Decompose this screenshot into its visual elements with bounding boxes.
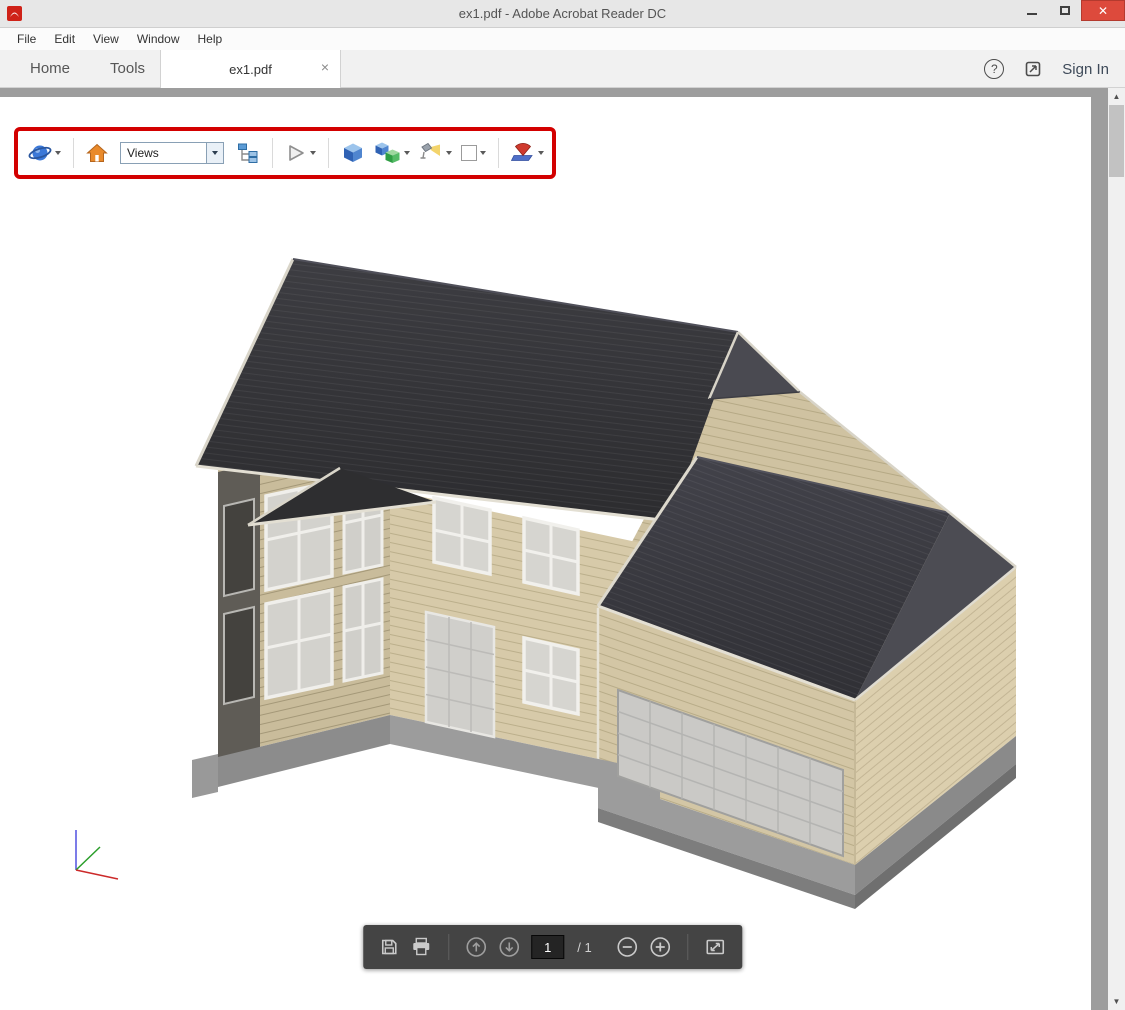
menu-item-view[interactable]: View — [84, 32, 128, 46]
maximize-icon — [1060, 6, 1070, 15]
print-button[interactable] — [410, 936, 432, 958]
titlebar: ex1.pdf - Adobe Acrobat Reader DC ✕ — [0, 0, 1125, 28]
axis-triad — [76, 830, 118, 879]
page-up-icon — [465, 936, 487, 958]
toolbar-separator — [498, 138, 499, 168]
pdf-app-icon — [7, 6, 22, 21]
document-tab-label: ex1.pdf — [229, 62, 272, 77]
background-color-button[interactable] — [458, 143, 489, 163]
cube-icon — [341, 141, 365, 165]
dropdown-caret-icon — [480, 151, 486, 155]
page-toolbar: 1 / 1 — [363, 925, 742, 969]
menubar: File Edit View Window Help — [0, 28, 1125, 50]
zoom-out-button[interactable] — [617, 936, 639, 958]
model-tree-icon — [236, 141, 260, 165]
save-icon — [379, 937, 399, 957]
menu-item-file[interactable]: File — [8, 32, 45, 46]
next-page-button[interactable] — [498, 936, 520, 958]
cross-section-button[interactable] — [508, 139, 547, 167]
sign-in-button[interactable]: Sign In — [1062, 61, 1109, 78]
views-value: Views — [121, 146, 206, 160]
home-button[interactable]: Home — [10, 60, 90, 77]
cross-section-icon — [511, 141, 535, 165]
scroll-down-icon[interactable]: ▼ — [1108, 993, 1125, 1010]
tab-close-icon[interactable]: × — [321, 60, 329, 74]
document-tab[interactable]: ex1.pdf × — [160, 50, 341, 88]
play-icon — [285, 142, 307, 164]
toolbar-separator — [272, 138, 273, 168]
3d-toolbar: Views — [18, 131, 554, 175]
dropdown-caret-icon — [404, 151, 410, 155]
toolbar-separator — [73, 138, 74, 168]
scroll-up-icon[interactable]: ▲ — [1108, 88, 1125, 105]
toolbar-separator — [448, 934, 449, 960]
menu-item-window[interactable]: Window — [128, 32, 189, 46]
page-down-icon — [498, 936, 520, 958]
tabbar: Home Tools ex1.pdf × ? Sign In — [0, 50, 1125, 88]
close-button[interactable]: ✕ — [1081, 0, 1125, 21]
scrollbar[interactable]: ▲ ▼ — [1108, 88, 1125, 1010]
dropdown-caret-icon — [55, 151, 61, 155]
render-mode-cubes-icon — [374, 141, 401, 165]
help-icon[interactable]: ? — [984, 59, 1004, 79]
highlight-box: Views — [14, 127, 556, 179]
zoom-out-icon — [617, 936, 639, 958]
projection-button[interactable] — [338, 139, 368, 167]
fullscreen-icon — [705, 936, 727, 958]
dropdown-caret-icon — [446, 151, 452, 155]
notifications-icon[interactable] — [1024, 60, 1042, 78]
views-dropdown[interactable]: Views — [120, 142, 224, 164]
menu-item-help[interactable]: Help — [189, 32, 232, 46]
document-viewer: Views — [0, 88, 1125, 1010]
page-number-input[interactable]: 1 — [531, 935, 564, 959]
window-controls: ✕ — [1015, 0, 1125, 22]
lighting-button[interactable] — [416, 139, 455, 167]
play-animation-button[interactable] — [282, 140, 319, 166]
save-button[interactable] — [379, 937, 399, 957]
zoom-in-button[interactable] — [650, 936, 672, 958]
dropdown-caret-icon — [310, 151, 316, 155]
scrollbar-thumb[interactable] — [1109, 105, 1124, 177]
menu-item-edit[interactable]: Edit — [45, 32, 84, 46]
fullscreen-button[interactable] — [705, 936, 727, 958]
default-view-button[interactable] — [83, 140, 111, 166]
views-dropdown-arrow[interactable] — [206, 143, 223, 163]
printer-icon — [410, 936, 432, 958]
acrobat-window: ex1.pdf - Adobe Acrobat Reader DC ✕ File… — [0, 0, 1125, 88]
window-title: ex1.pdf - Adobe Acrobat Reader DC — [0, 6, 1125, 21]
page-count-label: / 1 — [577, 940, 591, 955]
dropdown-caret-icon — [538, 151, 544, 155]
rotate-tool-button[interactable] — [25, 139, 64, 167]
background-color-swatch-icon — [461, 145, 477, 161]
zoom-in-icon — [650, 936, 672, 958]
toolbar-separator — [328, 138, 329, 168]
orbit-icon — [28, 141, 52, 165]
render-mode-button[interactable] — [371, 139, 413, 167]
3d-model-house[interactable] — [0, 88, 1091, 1010]
minimize-icon — [1027, 13, 1037, 15]
lighting-icon — [419, 141, 443, 165]
model-tree-button[interactable] — [233, 139, 263, 167]
maximize-button[interactable] — [1048, 0, 1081, 21]
home-icon — [86, 142, 108, 164]
previous-page-button[interactable] — [465, 936, 487, 958]
tabbar-right: ? Sign In — [984, 50, 1109, 88]
minimize-button[interactable] — [1015, 0, 1048, 21]
toolbar-separator — [688, 934, 689, 960]
tools-button[interactable]: Tools — [90, 60, 165, 77]
